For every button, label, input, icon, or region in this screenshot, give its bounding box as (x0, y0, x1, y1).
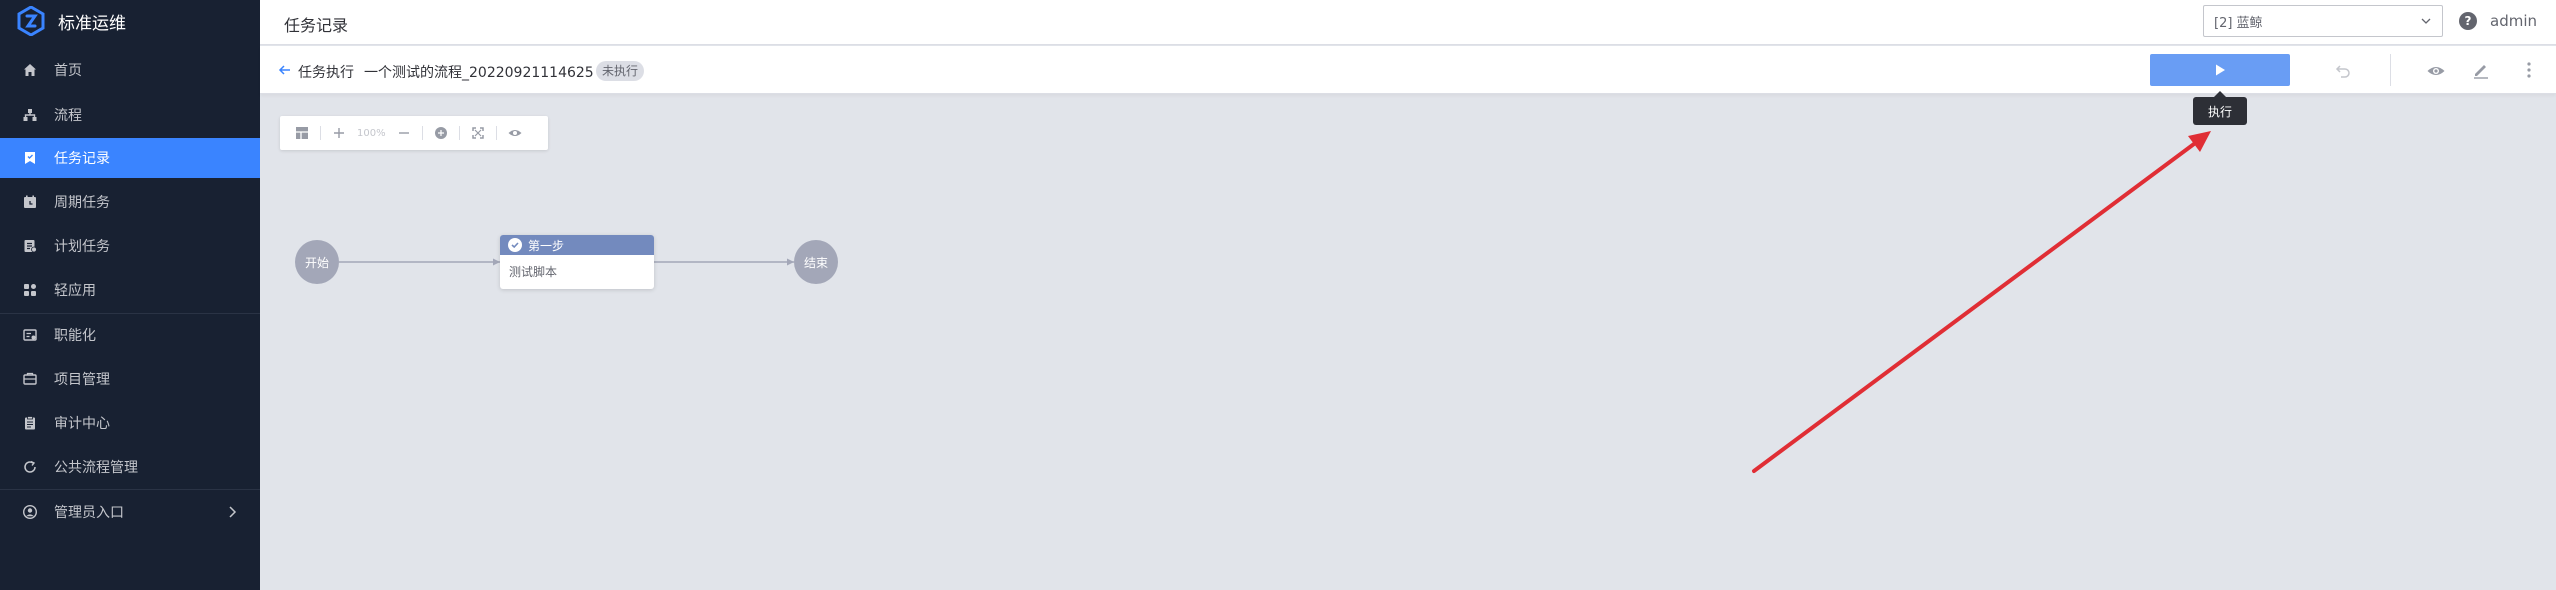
chevron-down-icon (2421, 18, 2431, 24)
sidebar-item-label: 公共流程管理 (54, 460, 138, 476)
sidebar: 标准运维 首页 流程 任务记录 周期任务 计划任务 轻应用 职能化 项目管理 审… (0, 0, 260, 590)
annotation-arrow (1752, 139, 2200, 473)
project-icon (22, 371, 38, 387)
plan-icon (22, 238, 38, 254)
app-logo-icon (17, 6, 45, 36)
task-node[interactable]: 第一步 测试脚本 (500, 235, 654, 289)
top-header: 任务记录 [2] 蓝鲸 ? admin (260, 0, 2556, 45)
sidebar-item-label: 职能化 (54, 328, 96, 344)
preview-eye-icon[interactable] (507, 125, 523, 141)
task-name: 一个测试的流程_20220921114625 (364, 65, 594, 81)
reset-zoom-icon[interactable] (433, 125, 449, 141)
sidebar-item-audit-center[interactable]: 审计中心 (0, 403, 260, 443)
calendar-icon (22, 194, 38, 210)
apps-icon (22, 282, 38, 298)
business-select[interactable]: [2] 蓝鲸 (2203, 5, 2443, 37)
bookmark-icon (22, 150, 38, 166)
task-subheader: 任务执行 一个测试的流程_20220921114625 未执行 (260, 46, 2556, 94)
sidebar-item-project-management[interactable]: 项目管理 (0, 359, 260, 399)
home-icon (22, 62, 38, 78)
function-icon (22, 327, 38, 343)
sidebar-item-scheduled-tasks[interactable]: 计划任务 (0, 226, 260, 266)
annotation-arrowhead (2188, 131, 2211, 152)
sidebar-item-label: 审计中心 (54, 416, 110, 432)
back-arrow-icon[interactable] (277, 62, 293, 78)
eye-icon[interactable] (2426, 61, 2446, 81)
sidebar-item-label: 周期任务 (54, 195, 110, 211)
toolbar-separator (495, 126, 497, 140)
business-select-value: [2] 蓝鲸 (2214, 15, 2263, 31)
sidebar-item-admin-entry[interactable]: 管理员入口 (0, 492, 260, 532)
sidebar-item-label: 首页 (54, 63, 82, 79)
flow-edge-arrow (493, 258, 500, 266)
sidebar-item-public-flows[interactable]: 公共流程管理 (0, 447, 260, 487)
sidebar-item-task-records[interactable]: 任务记录 (0, 138, 260, 178)
app-title: 标准运维 (58, 13, 126, 34)
sidebar-divider (0, 489, 260, 490)
script-icon (508, 238, 522, 252)
start-node[interactable]: 开始 (295, 240, 339, 284)
more-icon[interactable] (2526, 61, 2532, 79)
audit-icon (22, 415, 38, 431)
page-title: 任务记录 (284, 16, 349, 35)
status-badge: 未执行 (596, 61, 645, 81)
flow-edge-arrow (787, 258, 794, 266)
fullscreen-icon[interactable] (470, 125, 486, 141)
toolbar-separator (458, 126, 460, 140)
sidebar-item-light-apps[interactable]: 轻应用 (0, 270, 260, 310)
execute-button[interactable] (2150, 54, 2290, 86)
sidebar-item-periodic-tasks[interactable]: 周期任务 (0, 182, 260, 222)
sidebar-divider (0, 313, 260, 314)
user-name[interactable]: admin (2490, 12, 2537, 30)
sidebar-item-label: 项目管理 (54, 372, 110, 388)
task-node-title: 第一步 (528, 238, 565, 253)
chevron-right-icon (229, 506, 237, 518)
brand[interactable]: 标准运维 (0, 0, 260, 42)
sidebar-item-label: 管理员入口 (54, 505, 124, 521)
toolbar-separator (320, 126, 321, 140)
sidebar-item-home[interactable]: 首页 (0, 50, 260, 90)
canvas-toolbar: 100% (280, 116, 548, 150)
zoom-out-icon[interactable] (396, 125, 412, 141)
sidebar-item-label: 轻应用 (54, 283, 96, 299)
toolbar-separator (421, 126, 423, 140)
execute-tooltip: 执行 (2193, 91, 2247, 125)
play-icon (2216, 64, 2225, 76)
layout-icon[interactable] (294, 125, 310, 141)
sidebar-item-functionalization[interactable]: 职能化 (0, 315, 260, 355)
sidebar-item-flow[interactable]: 流程 (0, 95, 260, 135)
task-node-body: 测试脚本 (509, 265, 558, 279)
user-circle-icon (22, 504, 38, 520)
breadcrumb: 任务执行 (298, 65, 354, 81)
task-node-header: 第一步 (500, 235, 654, 255)
zoom-level: 100% (357, 127, 386, 139)
revoke-icon[interactable] (2334, 62, 2352, 80)
sidebar-item-label: 流程 (54, 108, 82, 124)
zoom-in-icon[interactable] (331, 125, 347, 141)
sidebar-item-label: 任务记录 (54, 151, 110, 167)
sitemap-icon (22, 107, 38, 123)
end-node[interactable]: 结束 (794, 240, 838, 284)
sidebar-item-label: 计划任务 (54, 239, 110, 255)
toolbar-divider (2390, 54, 2391, 86)
refresh-icon (22, 459, 38, 475)
help-icon[interactable]: ? (2459, 12, 2477, 30)
edit-icon[interactable] (2472, 61, 2490, 79)
